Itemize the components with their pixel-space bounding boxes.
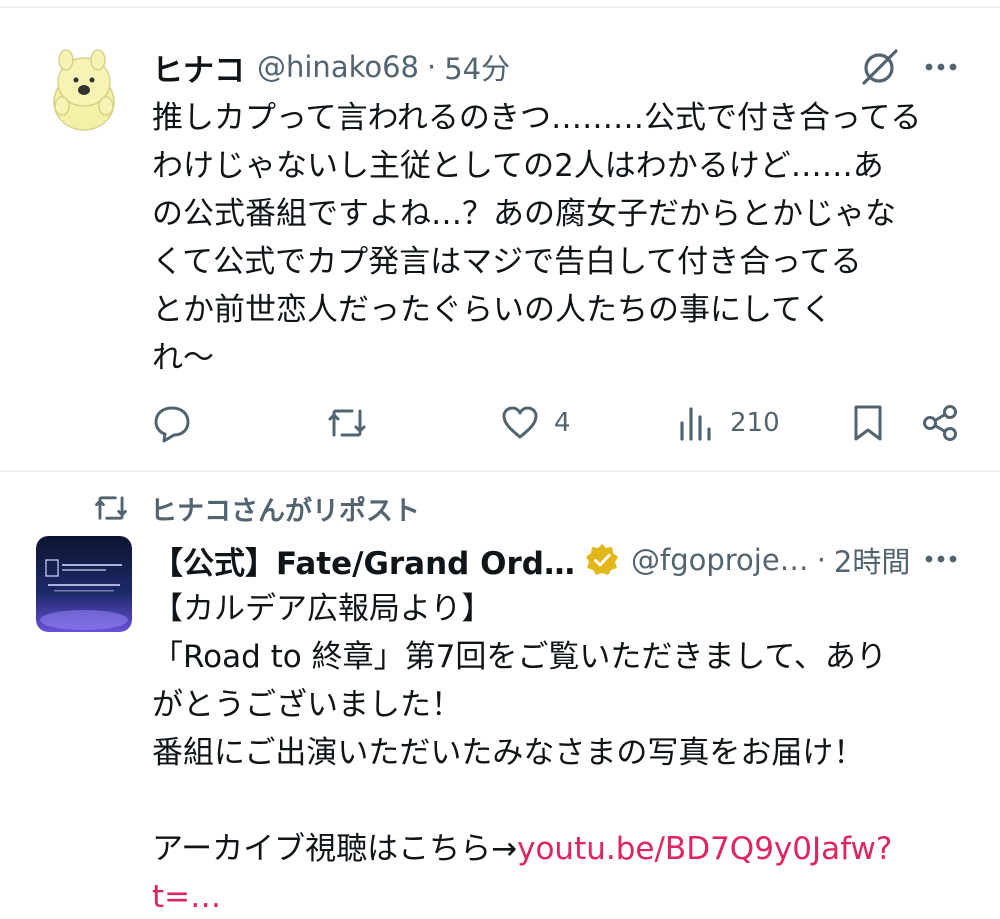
repost-icon: [95, 496, 127, 520]
user-handle[interactable]: @hinako68: [257, 50, 419, 84]
repost-button[interactable]: [326, 396, 382, 450]
repost-icon: [328, 409, 366, 437]
bookmark-button[interactable]: [850, 396, 886, 450]
tweet-line: t=…: [152, 873, 892, 919]
timestamp[interactable]: 2時間: [834, 539, 910, 581]
share-icon: [923, 405, 957, 441]
tweet-line: 【カルデア広報局より】: [152, 591, 493, 627]
avatar[interactable]: [36, 536, 132, 632]
views-count: 210: [730, 408, 780, 438]
tweet-line: がとうございました！: [152, 687, 462, 723]
tweet-line: アーカイブ視聴はこちら→youtu.be/BD7Q9y0Jafw?: [152, 825, 892, 873]
avatar[interactable]: [36, 40, 132, 136]
tweet-header: 【公式】Fate/Grand Ord… @fgoproje… · 2時間: [152, 537, 910, 583]
tweet-line: 推しカプって言われるのきつ………公式で付き合ってる: [152, 100, 922, 136]
grok-icon[interactable]: [858, 48, 900, 86]
repost-banner[interactable]: ヒナコさんがリポスト: [92, 488, 420, 528]
tweet-header: ヒナコ @hinako68 · 54分: [152, 44, 510, 90]
like-count: 4: [554, 408, 571, 438]
youtube-link[interactable]: youtu.be/BD7Q9y0Jafw?: [517, 831, 892, 867]
tweet-divider: [0, 470, 1000, 472]
tweet-line: くて公式でカプ発言はマジで告白して付き合ってる: [152, 244, 862, 280]
tweet-line: とか前世恋人だったぐらいの人たちの事にしてく: [152, 292, 833, 328]
tweet-line: れ〜: [152, 340, 214, 376]
timestamp[interactable]: 54分: [444, 46, 510, 88]
verified-badge-icon[interactable]: [585, 543, 619, 577]
heart-icon: [502, 406, 538, 439]
tweet-text: 【カルデア広報局より】 「Road to 終章」第7回をご覧いただきまして、あり…: [152, 585, 892, 919]
views-icon: [680, 407, 711, 441]
top-divider: [0, 6, 1000, 8]
action-bar: 4 210: [0, 396, 1000, 450]
reply-icon: [154, 406, 190, 443]
bookmark-icon: [854, 405, 882, 441]
tweet-text: 推しカプって言われるのきつ………公式で付き合ってる わけじゃないし主従としての2…: [152, 94, 921, 382]
more-icon[interactable]: [922, 544, 960, 574]
avatar-image: [36, 536, 132, 632]
user-handle[interactable]: @fgoproje…: [631, 543, 809, 577]
tweet-line-text: アーカイブ視聴はこちら→: [152, 831, 518, 867]
reply-button[interactable]: [152, 396, 206, 450]
share-button[interactable]: [920, 396, 960, 450]
youtube-link-continued[interactable]: t=…: [152, 879, 221, 915]
like-button[interactable]: 4: [500, 396, 571, 450]
display-name[interactable]: 【公式】Fate/Grand Ord…: [152, 538, 575, 583]
separator-dot: ·: [816, 543, 826, 577]
tweet-line: [152, 777, 892, 825]
tweet-line: わけじゃないし主従としての2人はわかるけど……あ: [152, 148, 884, 184]
display-name[interactable]: ヒナコ: [152, 45, 245, 90]
avatar-image: [53, 49, 115, 131]
tweet-line: 「Road to 終章」第7回をご覧いただきまして、あり: [152, 639, 887, 675]
tweet-line: の公式番組ですよね…？あの腐女子だからとかじゃな: [152, 196, 896, 232]
separator-dot: ·: [427, 50, 437, 84]
tweet-line: 番組にご出演いただいたみなさまの写真をお届け！: [152, 735, 865, 771]
more-icon[interactable]: [922, 52, 960, 82]
views-button[interactable]: 210: [676, 396, 780, 450]
repost-label: ヒナコさんがリポスト: [150, 495, 420, 527]
